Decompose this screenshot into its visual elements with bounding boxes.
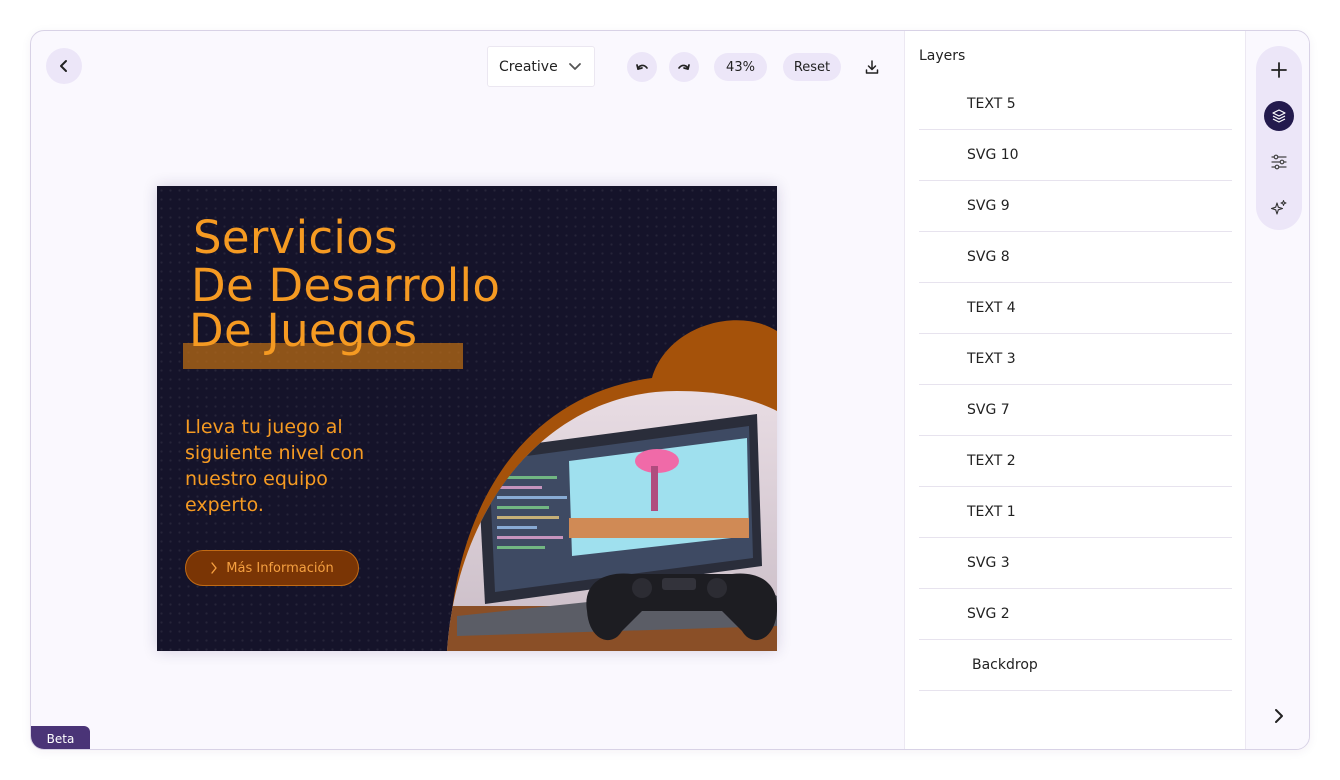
redo-icon xyxy=(678,64,690,70)
preset-value: Creative xyxy=(499,58,558,75)
layer-label: TEXT 4 xyxy=(967,300,1016,316)
layer-label: Backdrop xyxy=(972,657,1038,673)
sparkles-icon xyxy=(1270,200,1287,215)
design-headline: Servicios De Desarrollo De Juegos xyxy=(189,214,500,355)
layer-item[interactable]: TEXT 3 xyxy=(919,334,1232,385)
add-element-button[interactable] xyxy=(1264,55,1294,85)
tool-rail xyxy=(1245,31,1309,749)
beta-badge: Beta xyxy=(31,726,90,749)
layer-item[interactable]: TEXT 4 xyxy=(919,283,1232,334)
layer-item[interactable]: SVG 3 xyxy=(919,538,1232,589)
layer-label: TEXT 2 xyxy=(967,453,1016,469)
layer-label: SVG 10 xyxy=(967,147,1019,163)
layer-item[interactable]: Backdrop xyxy=(919,640,1232,691)
download-icon xyxy=(865,60,879,74)
undo-icon xyxy=(636,64,648,70)
layer-label: SVG 8 xyxy=(967,249,1010,265)
design-subtext: Lleva tu juego al siguiente nivel con nu… xyxy=(185,416,365,516)
chevron-down-icon xyxy=(569,63,581,70)
layer-label: SVG 3 xyxy=(967,555,1010,571)
reset-button[interactable]: Reset xyxy=(783,53,841,81)
editor-window: Creative 43% Reset Servicios De Desarrol… xyxy=(30,30,1310,750)
layer-item[interactable]: SVG 8 xyxy=(919,232,1232,283)
layer-label: SVG 9 xyxy=(967,198,1010,214)
layer-item[interactable]: TEXT 1 xyxy=(919,487,1232,538)
headline-line-2: De Desarrollo xyxy=(191,259,501,312)
adjustments-button[interactable] xyxy=(1264,147,1294,177)
download-button[interactable] xyxy=(857,52,887,82)
layers-panel: Layers TEXT 5 SVG 10 SVG 9 SVG 8 TEXT 4 … xyxy=(904,31,1245,749)
cta-button[interactable]: Más Información xyxy=(185,550,359,586)
layer-label: TEXT 5 xyxy=(967,96,1016,112)
expand-panel-button[interactable] xyxy=(1266,703,1292,729)
layer-item[interactable]: TEXT 2 xyxy=(919,436,1232,487)
back-button[interactable] xyxy=(46,48,82,84)
tool-group xyxy=(1256,46,1302,230)
undo-button[interactable] xyxy=(627,52,657,82)
zoom-level[interactable]: 43% xyxy=(714,53,767,81)
chevron-left-icon xyxy=(60,60,67,72)
headline-line-1: Servicios xyxy=(193,211,398,264)
layer-item[interactable]: TEXT 5 xyxy=(919,79,1232,130)
design-canvas[interactable]: Servicios De Desarrollo De Juegos Lleva … xyxy=(157,186,777,651)
redo-button[interactable] xyxy=(669,52,699,82)
layer-label: TEXT 3 xyxy=(967,351,1016,367)
layers-tool-button[interactable] xyxy=(1264,101,1294,131)
layer-list: TEXT 5 SVG 10 SVG 9 SVG 8 TEXT 4 TEXT 3 … xyxy=(919,79,1232,691)
cta-label: Más Información xyxy=(226,560,334,576)
layer-label: SVG 2 xyxy=(967,606,1010,622)
layer-item[interactable]: SVG 2 xyxy=(919,589,1232,640)
layer-label: SVG 7 xyxy=(967,402,1010,418)
layer-label: TEXT 1 xyxy=(967,504,1016,520)
layers-title: Layers xyxy=(919,48,966,64)
chevron-right-icon xyxy=(1275,709,1283,723)
layer-item[interactable]: SVG 10 xyxy=(919,130,1232,181)
headline-line-3: De Juegos xyxy=(189,304,418,357)
chevron-right-icon xyxy=(211,562,217,574)
layer-item[interactable]: SVG 9 xyxy=(919,181,1232,232)
sliders-icon xyxy=(1271,154,1287,170)
preset-dropdown[interactable]: Creative xyxy=(487,46,595,87)
plus-icon xyxy=(1271,62,1287,78)
layers-icon xyxy=(1272,109,1286,123)
layer-item[interactable]: SVG 7 xyxy=(919,385,1232,436)
ai-magic-button[interactable] xyxy=(1264,193,1294,223)
